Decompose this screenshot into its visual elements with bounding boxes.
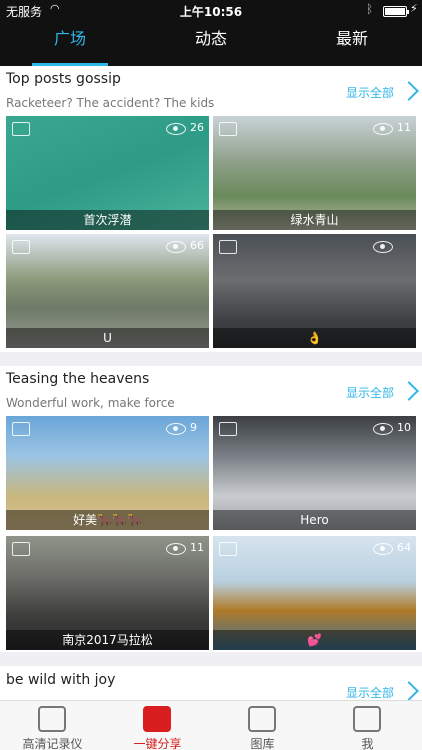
eye-icon [373,423,393,435]
camera-icon [38,706,66,732]
charging-icon: ⚡ [410,2,418,15]
nav-share[interactable]: 一键分享 [105,701,210,750]
post-tile[interactable]: 11 绿水青山 [213,116,416,230]
show-all-link[interactable]: 显示全部 [346,384,394,401]
nav-gallery[interactable]: 图库 [210,701,315,750]
photo-icon [12,240,30,254]
tab-latest[interactable]: 最新 [282,22,422,66]
eye-icon [373,241,393,253]
photo-icon [12,422,30,436]
post-caption: U [6,328,209,348]
post-caption: 绿水青山 [213,210,416,230]
section-top-posts: Top posts gossip Racketeer? The accident… [0,66,422,352]
section-title: Top posts gossip [6,71,121,87]
nav-profile[interactable]: 我 [315,701,420,750]
video-icon [219,240,237,254]
section-title: be wild with joy [6,672,116,688]
aperture-icon [143,706,171,732]
section-wild-joy: be wild with joy 显示全部 [0,666,422,701]
post-caption: 💕 [213,630,416,650]
post-tile[interactable]: 11 南京2017马拉松 [6,536,209,650]
section-subtitle: Wonderful work, make force [6,396,175,410]
post-caption: 👌 [213,328,416,348]
post-caption: 好美🐂🐂🐂 [6,510,209,530]
eye-icon [166,241,186,253]
post-tile[interactable]: 26 首次浮潜 [6,116,209,230]
video-icon [219,422,237,436]
show-all-link[interactable]: 显示全部 [346,684,394,701]
nav-recorder[interactable]: 高清记录仪 [0,701,105,750]
post-caption: 首次浮潜 [6,210,209,230]
status-bar: 无服务 ◠ 上午10:56 ᛒ ⚡ [0,0,422,22]
eye-icon [373,123,393,135]
section-title: Teasing the heavens [6,371,150,387]
tab-label: 广场 [53,29,86,48]
view-count: 9 [190,421,197,434]
section-subtitle: Racketeer? The accident? The kids [6,96,215,110]
chevron-right-icon[interactable] [399,381,419,401]
clock: 上午10:56 [179,5,243,19]
view-count: 10 [397,421,411,434]
post-tile[interactable]: 👌 [213,234,416,348]
chevron-right-icon[interactable] [399,81,419,101]
view-count: 66 [190,239,204,252]
profile-icon [353,706,381,732]
view-count: 11 [190,541,204,554]
tab-label: 最新 [335,29,368,48]
bottom-nav: 高清记录仪 一键分享 图库 我 [0,700,422,750]
nav-label: 我 [361,737,374,750]
eye-icon [166,423,186,435]
battery-icon [383,6,409,17]
tab-label: 动态 [194,29,227,48]
top-tab-bar: 广场 动态 最新 [0,22,422,66]
video-icon [219,122,237,136]
nav-label: 高清记录仪 [22,737,83,750]
gallery-icon [248,706,276,732]
show-all-link[interactable]: 显示全部 [346,84,394,101]
post-caption: Hero [213,510,416,530]
post-caption: 南京2017马拉松 [6,630,209,650]
post-tile[interactable]: 66 U [6,234,209,348]
video-icon [12,122,30,136]
bluetooth-icon: ᛒ [366,2,374,16]
tab-square[interactable]: 广场 [0,22,140,66]
eye-icon [166,543,186,555]
section-teasing-heavens: Teasing the heavens Wonderful work, make… [0,366,422,652]
post-tile[interactable]: 10 Hero [213,416,416,530]
view-count: 64 [397,541,411,554]
view-count: 11 [397,121,411,134]
eye-icon [373,543,393,555]
post-tile[interactable]: 9 好美🐂🐂🐂 [6,416,209,530]
post-tile[interactable]: 64 💕 [213,536,416,650]
view-count: 26 [190,121,204,134]
nav-label: 图库 [250,737,275,750]
chevron-right-icon[interactable] [399,681,419,701]
video-icon [219,542,237,556]
tab-feed[interactable]: 动态 [141,22,281,66]
nav-label: 一键分享 [133,737,182,750]
video-icon [12,542,30,556]
eye-icon [166,123,186,135]
